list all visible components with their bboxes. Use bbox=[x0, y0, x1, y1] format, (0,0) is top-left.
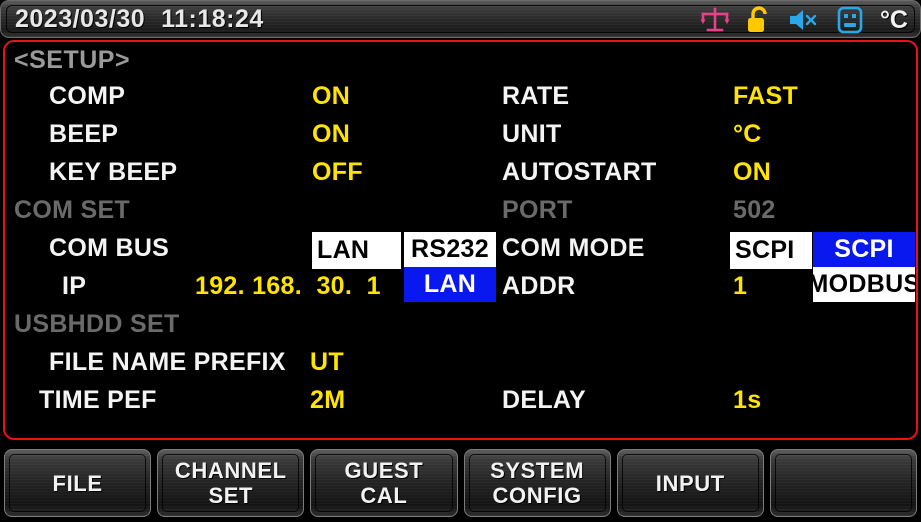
unlock-icon bbox=[747, 6, 771, 34]
setting-label-delay: DELAY bbox=[502, 386, 586, 414]
setting-label-time-period: TIME PEF bbox=[39, 386, 157, 414]
instrument-screen: 2023/03/30 11:18:24 °C <SETUP> COMP BEEP… bbox=[0, 0, 921, 522]
setting-label-autostart: AUTOSTART bbox=[502, 158, 657, 186]
section-label-com-set: COM SET bbox=[14, 196, 130, 224]
status-bar: 2023/03/30 11:18:24 °C bbox=[0, 0, 921, 38]
softkey-file-label: FILE bbox=[52, 470, 103, 496]
setting-value-autostart[interactable]: ON bbox=[733, 158, 771, 187]
setting-value-file-name-prefix[interactable]: UT bbox=[310, 348, 344, 377]
setting-value-beep[interactable]: ON bbox=[312, 120, 350, 149]
setting-label-ip: IP bbox=[62, 272, 87, 300]
softkey-input[interactable]: INPUT bbox=[616, 449, 764, 517]
setting-label-comp: COMP bbox=[49, 82, 126, 110]
speaker-mute-icon bbox=[788, 7, 820, 33]
setting-label-addr: ADDR bbox=[502, 272, 576, 300]
setting-label-rate: RATE bbox=[502, 82, 570, 110]
time-display: 11:18:24 bbox=[161, 4, 264, 33]
com-mode-option-modbus[interactable]: MODBUS bbox=[808, 267, 916, 302]
setting-label-key-beep: KEY BEEP bbox=[49, 158, 178, 186]
setting-value-port: 502 bbox=[733, 196, 776, 224]
com-bus-option-lan[interactable]: LAN bbox=[404, 267, 496, 302]
com-bus-dropdown[interactable]: RS232 LAN bbox=[404, 232, 496, 302]
section-label-usbhdd-set: USBHDD SET bbox=[14, 310, 180, 338]
setting-value-unit[interactable]: °C bbox=[733, 120, 762, 149]
com-mode-input[interactable]: SCPI bbox=[730, 232, 812, 269]
setting-label-file-name-prefix: FILE NAME PREFIX bbox=[49, 348, 286, 376]
setting-label-com-bus: COM BUS bbox=[49, 234, 170, 262]
balance-scale-icon bbox=[700, 7, 730, 33]
date-display: 2023/03/30 bbox=[15, 4, 146, 33]
setting-value-rate[interactable]: FAST bbox=[733, 82, 798, 111]
softkey-guest-cal[interactable]: GUEST CAL bbox=[310, 449, 458, 517]
setup-panel: <SETUP> COMP BEEP KEY BEEP COM SET COM B… bbox=[3, 40, 918, 440]
setting-value-addr[interactable]: 1 bbox=[733, 272, 747, 301]
com-bus-input[interactable]: LAN bbox=[312, 232, 401, 269]
usb-device-icon bbox=[837, 6, 863, 34]
setting-value-comp[interactable]: ON bbox=[312, 82, 350, 111]
softkey-channel-set[interactable]: CHANNEL SET bbox=[157, 449, 305, 517]
softkey-system-config-label: SYSTEM CONFIG bbox=[490, 458, 585, 508]
setting-value-key-beep[interactable]: OFF bbox=[312, 158, 363, 187]
softkey-input-label: INPUT bbox=[655, 470, 725, 496]
com-mode-option-scpi[interactable]: SCPI bbox=[813, 232, 915, 267]
status-icon-group: °C bbox=[700, 1, 908, 39]
setting-label-com-mode: COM MODE bbox=[502, 234, 645, 262]
com-mode-dropdown[interactable]: SCPI MODBUS bbox=[808, 232, 916, 302]
softkey-system-config[interactable]: SYSTEM CONFIG bbox=[463, 449, 611, 517]
temperature-unit-indicator: °C bbox=[879, 5, 908, 34]
setting-value-ip[interactable]: 192. 168. 30. 1 bbox=[195, 272, 381, 301]
setting-label-port: PORT bbox=[502, 196, 573, 224]
com-bus-option-rs232[interactable]: RS232 bbox=[404, 232, 496, 267]
softkey-file[interactable]: FILE bbox=[4, 449, 152, 517]
softkey-channel-set-label: CHANNEL SET bbox=[174, 458, 287, 508]
setting-label-beep: BEEP bbox=[49, 120, 119, 148]
softkey-empty[interactable] bbox=[769, 449, 918, 517]
page-title: <SETUP> bbox=[14, 46, 131, 74]
softkey-guest-cal-label: GUEST CAL bbox=[344, 458, 424, 508]
setting-value-time-period[interactable]: 2M bbox=[310, 386, 345, 415]
setting-value-delay[interactable]: 1s bbox=[733, 386, 761, 415]
softkey-bar: FILE CHANNEL SET GUEST CAL SYSTEM CONFIG… bbox=[0, 446, 921, 522]
setting-label-unit: UNIT bbox=[502, 120, 562, 148]
